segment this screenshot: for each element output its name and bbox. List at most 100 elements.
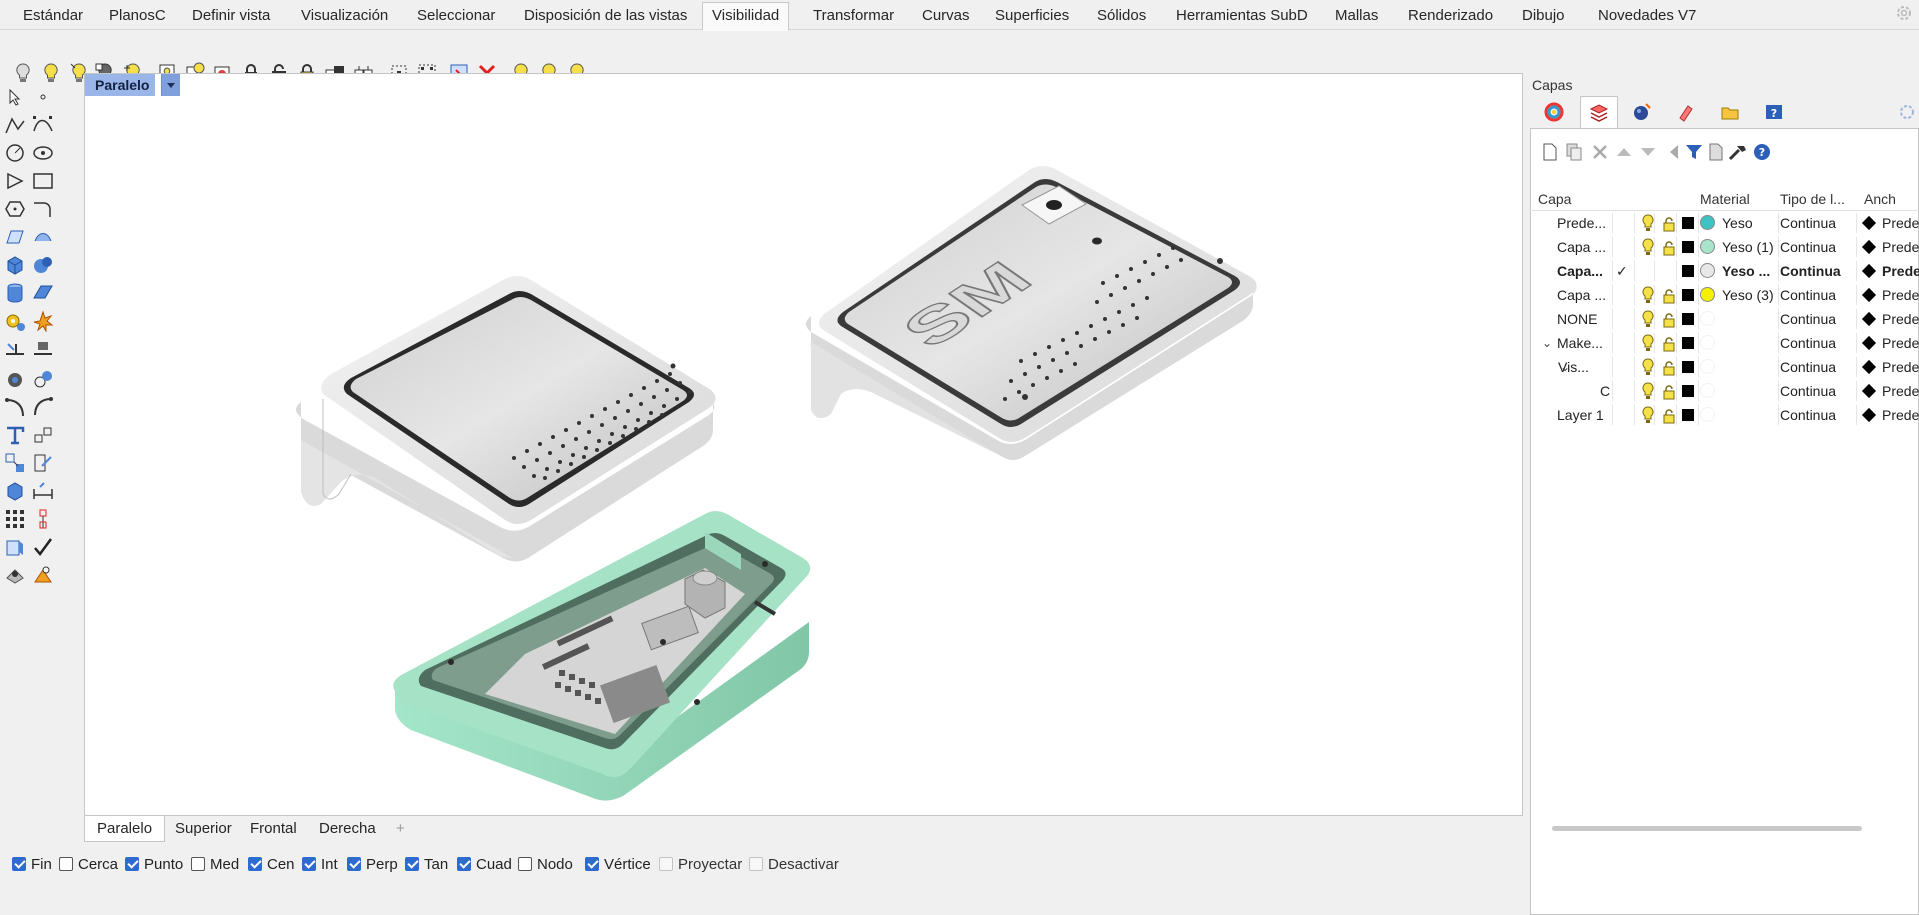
viewport-tab-derecha[interactable]: Derecha (307, 816, 388, 841)
checkbox[interactable] (749, 857, 763, 871)
checkbox[interactable] (125, 857, 139, 871)
tab-novedades-v7[interactable]: Novedades V7 (1589, 4, 1705, 28)
current-layer-check[interactable]: ✓ (1616, 259, 1630, 283)
linetype-name[interactable]: Continua (1780, 235, 1844, 259)
print-color-diamond-icon[interactable] (1861, 263, 1877, 279)
material-swatch[interactable] (1700, 215, 1715, 230)
layer-color-swatch[interactable] (1682, 361, 1694, 373)
tab-planosc[interactable]: PlanosC (100, 4, 175, 28)
print-width[interactable]: Prede (1882, 307, 1919, 331)
material-swatch[interactable] (1700, 239, 1715, 254)
print-color-diamond-icon[interactable] (1861, 215, 1877, 231)
material-swatch[interactable] (1700, 263, 1715, 278)
osnap-cerca[interactable]: Cerca (59, 854, 118, 874)
tab-curvas[interactable]: Curvas (913, 4, 979, 28)
material-swatch[interactable] (1700, 407, 1715, 422)
arc-icon[interactable] (2, 168, 28, 194)
linetype-name[interactable]: Continua (1780, 307, 1844, 331)
checkbox[interactable] (302, 857, 316, 871)
linetype-name[interactable]: Continua (1780, 379, 1844, 403)
print-width[interactable]: Prede (1882, 403, 1919, 427)
box-icon[interactable] (2, 252, 28, 278)
tab-visibilidad[interactable]: Visibilidad (702, 2, 790, 31)
layer-row[interactable]: NONE Continua Prede (1530, 307, 1919, 331)
column-header-layer[interactable]: Capa (1538, 188, 1571, 210)
osnap-nodo[interactable]: Nodo (518, 854, 573, 874)
check-icon[interactable] (30, 534, 56, 560)
material-swatch[interactable] (1700, 383, 1715, 398)
linetype-name[interactable]: Continua (1780, 403, 1844, 427)
print-color-diamond-icon[interactable] (1861, 311, 1877, 327)
move-down-icon[interactable] (1637, 141, 1659, 163)
text-icon[interactable] (2, 422, 28, 448)
layer-name[interactable]: Vis... (1558, 355, 1637, 379)
gear-tools-icon[interactable] (2, 308, 28, 334)
layer-name[interactable]: Capa ... (1557, 235, 1637, 259)
new-layer-icon[interactable] (1539, 141, 1561, 163)
sphere-icon[interactable] (30, 252, 56, 278)
rectangle-icon[interactable] (30, 168, 56, 194)
materials-tab-icon[interactable] (1668, 97, 1704, 127)
tab-herramientas-subd[interactable]: Herramientas SubD (1167, 4, 1317, 28)
scale-icon[interactable] (30, 450, 56, 476)
filter-icon[interactable] (1683, 141, 1705, 163)
explode-icon[interactable] (30, 308, 56, 334)
boolean-icon[interactable] (30, 366, 56, 392)
viewport-tab-paralelo[interactable]: Paralelo (84, 816, 166, 842)
layer-row[interactable]: C Continua Prede (1530, 379, 1919, 403)
layer-name[interactable]: NONE (1557, 307, 1637, 331)
checkbox[interactable] (59, 857, 73, 871)
print-width[interactable]: Prede (1882, 211, 1919, 235)
material-swatch[interactable] (1700, 311, 1715, 326)
material-name[interactable]: Yeso ... (1722, 259, 1778, 283)
viewport-tab-frontal[interactable]: Frontal (238, 816, 309, 841)
material-name[interactable]: Yeso (1722, 211, 1778, 235)
print-width[interactable]: Prede (1882, 235, 1919, 259)
linetype-name[interactable]: Continua (1780, 355, 1844, 379)
move-up-icon[interactable] (1613, 141, 1635, 163)
checkbox[interactable] (347, 857, 361, 871)
dimension-line-icon[interactable] (30, 478, 56, 504)
perspective-viewport[interactable]: Paralelo SM (84, 73, 1523, 816)
print-color-diamond-icon[interactable] (1861, 407, 1877, 423)
tab-estandar[interactable]: Estándar (14, 4, 92, 28)
solid-edit-icon[interactable] (2, 366, 28, 392)
tab-renderizado[interactable]: Renderizado (1399, 4, 1502, 28)
checkbox[interactable] (585, 857, 599, 871)
layer-name[interactable]: Layer 1 (1557, 403, 1637, 427)
dimension-icon[interactable] (30, 422, 56, 448)
layer-row[interactable]: Layer 1 Continua Prede (1530, 403, 1919, 427)
checkbox[interactable] (659, 857, 673, 871)
layers-tab-icon[interactable] (1580, 96, 1618, 129)
circle-icon[interactable] (2, 140, 28, 166)
material-swatch[interactable] (1700, 287, 1715, 302)
osnap-perp[interactable]: Perp (347, 854, 398, 874)
layer-row[interactable]: Capa ... Yeso (1) Continua Prede (1530, 235, 1919, 259)
layer-row[interactable]: ⌄ Make... Continua Prede (1530, 331, 1919, 355)
linetype-name[interactable]: Continua (1780, 331, 1844, 355)
column-header-width[interactable]: Anch (1864, 188, 1896, 210)
new-sublayer-icon[interactable] (1563, 141, 1585, 163)
layer-color-swatch[interactable] (1682, 409, 1694, 421)
gear-icon[interactable] (1895, 4, 1913, 22)
print-width[interactable]: Prede (1882, 355, 1919, 379)
ellipse-icon[interactable] (30, 140, 56, 166)
print-width[interactable]: Prede (1882, 283, 1919, 307)
layer-color-swatch[interactable] (1682, 337, 1694, 349)
tab-mallas[interactable]: Mallas (1326, 4, 1387, 28)
layer-color-swatch[interactable] (1682, 217, 1694, 229)
checkbox[interactable] (457, 857, 471, 871)
panel-settings-icon[interactable] (1896, 99, 1918, 125)
tab-superficies[interactable]: Superficies (986, 4, 1078, 28)
osnap-punto[interactable]: Punto (125, 854, 183, 874)
checkbox[interactable] (405, 857, 419, 871)
print-width[interactable]: Prede (1882, 259, 1919, 283)
checkbox[interactable] (12, 857, 26, 871)
material-name[interactable]: Yeso (1) (1722, 235, 1778, 259)
material-swatch[interactable] (1700, 335, 1715, 350)
curve-icon[interactable] (30, 112, 56, 138)
help-tab-icon[interactable]: ? (1756, 97, 1792, 127)
material-swatch[interactable] (1700, 359, 1715, 374)
align-icon[interactable] (30, 506, 56, 532)
osnap-fin[interactable]: Fin (12, 854, 52, 874)
